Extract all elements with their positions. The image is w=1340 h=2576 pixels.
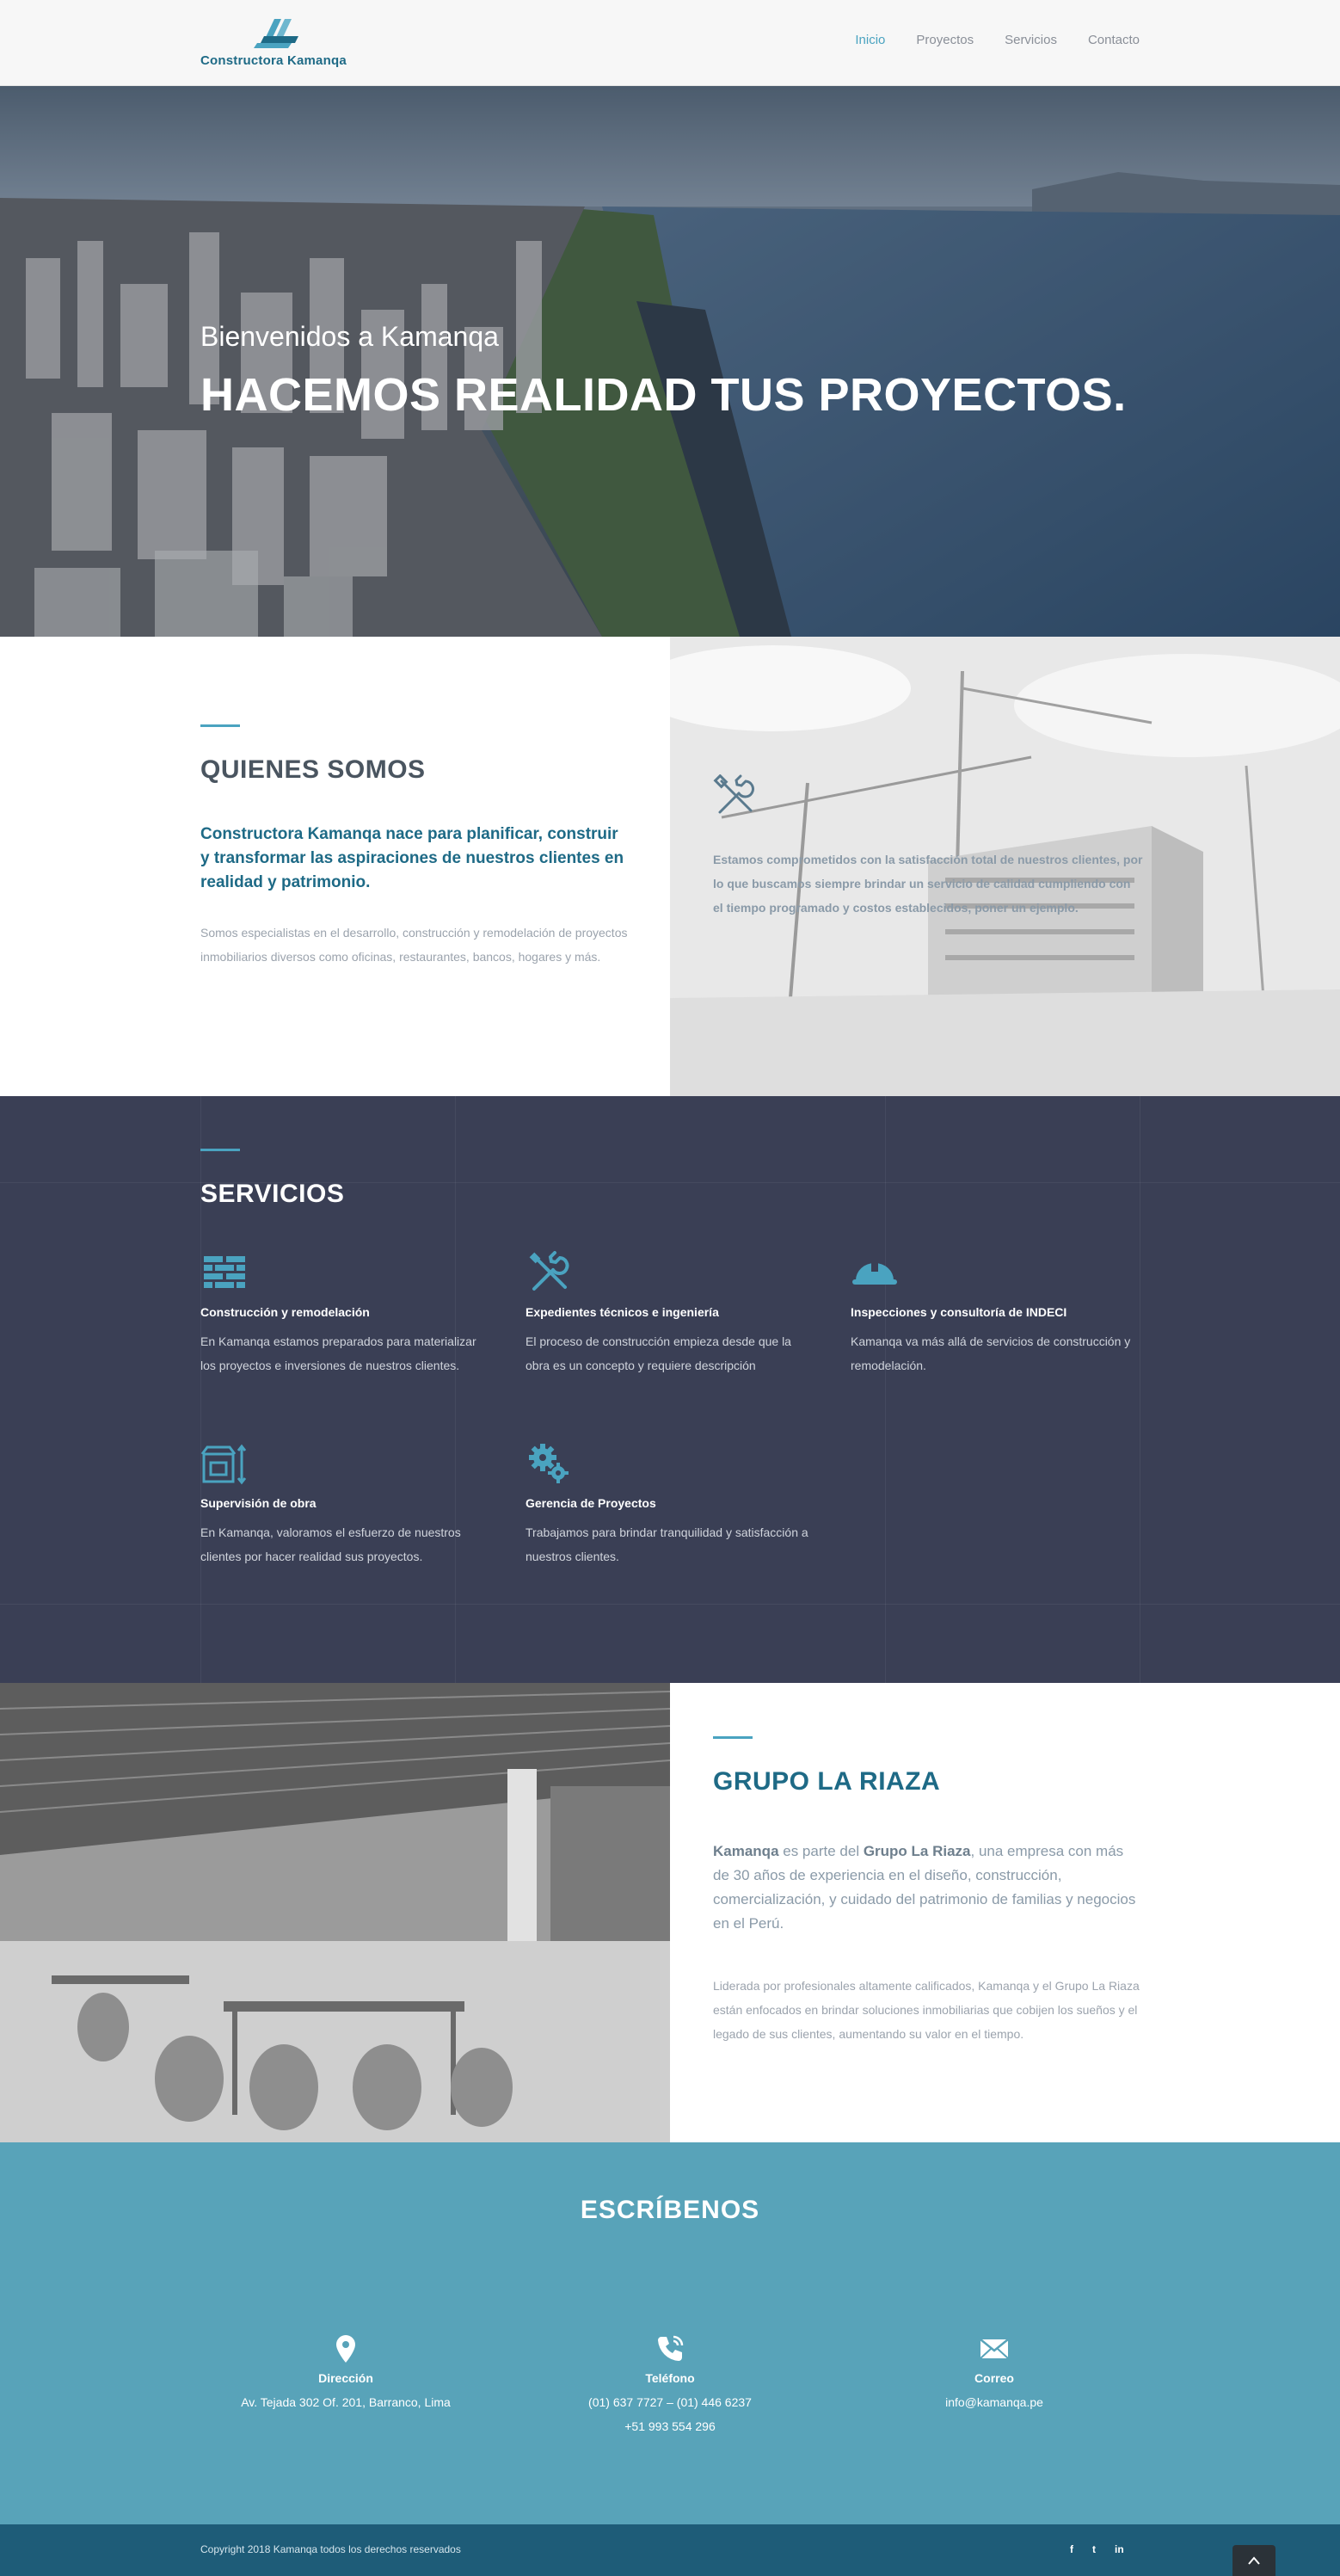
contact-phone-line[interactable]: (01) 637 7727 – (01) 446 6237: [541, 2390, 799, 2414]
services-section: SERVICIOS Construcción y remodelación En…: [0, 1096, 1340, 1683]
phone-icon: [658, 2335, 684, 2361]
nav-proyectos[interactable]: Proyectos: [916, 33, 974, 47]
service-item: Gerencia de Proyectos Trabajamos para br…: [526, 1442, 818, 1568]
grupo-body: Liderada por profesionales altamente cal…: [713, 1979, 1140, 2041]
hero-title: HACEMOS REALIDAD TUS PROYECTOS.: [200, 369, 1127, 421]
accent-line: [713, 1736, 753, 1739]
copyright-text: Copyright 2018 Kamanqa todos los derecho…: [200, 2543, 461, 2555]
service-item: Inspecciones y consultoría de INDECI Kam…: [851, 1251, 1143, 1377]
logo[interactable]: Constructora Kamanqa: [200, 17, 364, 71]
tools-icon: [713, 774, 754, 814]
hero-subtitle: Bienvenidos a Kamanqa: [200, 321, 499, 352]
restaurant-image-graphic: [0, 1683, 670, 2142]
contact-title: ESCRÍBENOS: [580, 2196, 760, 2224]
about-title: QUIENES SOMOS: [200, 755, 426, 784]
site-header: Constructora Kamanqa Inicio Proyectos Se…: [0, 0, 1340, 86]
contact-email-link[interactable]: info@kamanqa.pe: [865, 2390, 1123, 2414]
grupo-text-panel: GRUPO LA RIAZA Kamanqa es parte del Grup…: [670, 1683, 1340, 2142]
grupo-lead: Kamanqa es parte del Grupo La Riaza, una…: [713, 1840, 1143, 1936]
grupo-lead-riaza: Grupo La Riaza: [863, 1843, 971, 1859]
contact-label: Dirección: [318, 2371, 373, 2385]
grupo-lead-kamanqa: Kamanqa: [713, 1843, 779, 1859]
map-pin-icon: [336, 2335, 355, 2363]
building-supervision-icon: [200, 1444, 247, 1485]
about-body: Somos especialistas en el desarrollo, co…: [200, 926, 628, 964]
service-desc: El proceso de construcción empieza desde…: [526, 1334, 791, 1372]
linkedin-icon[interactable]: in: [1115, 2543, 1124, 2555]
about-image-panel: Estamos comprometidos con la satisfacció…: [670, 637, 1340, 1096]
social-links: f t in: [1070, 2543, 1124, 2555]
about-section: QUIENES SOMOS Constructora Kamanqa nace …: [0, 637, 1340, 1096]
logo-mark-icon: [254, 19, 298, 48]
contact-address: Dirección Av. Tejada 302 Of. 201, Barran…: [217, 2333, 475, 2414]
service-title: Gerencia de Proyectos: [526, 1496, 656, 1510]
contact-label: Correo: [974, 2371, 1014, 2385]
service-title: Supervisión de obra: [200, 1496, 317, 1510]
facebook-icon[interactable]: f: [1070, 2543, 1073, 2555]
about-text-panel: QUIENES SOMOS Constructora Kamanqa nace …: [0, 637, 670, 1096]
gears-icon: [529, 1444, 569, 1483]
nav-inicio[interactable]: Inicio: [855, 33, 885, 47]
envelope-icon: [980, 2339, 1009, 2359]
about-lead: Constructora Kamanqa nace para planifica…: [200, 825, 624, 891]
contact-phone: Teléfono (01) 637 7727 – (01) 446 6237 +…: [541, 2333, 799, 2438]
service-desc: En Kamanqa estamos preparados para mater…: [200, 1334, 476, 1372]
nav-contacto[interactable]: Contacto: [1088, 33, 1140, 47]
service-title: Construcción y remodelación: [200, 1305, 370, 1319]
hero-overlay: [0, 86, 1340, 637]
contact-label: Teléfono: [645, 2371, 695, 2385]
contact-phone-line[interactable]: +51 993 554 296: [541, 2414, 799, 2438]
contact-email: Correo info@kamanqa.pe: [865, 2333, 1123, 2414]
main-nav: Inicio Proyectos Servicios Contacto: [855, 33, 1140, 47]
helmet-icon: [852, 1261, 897, 1285]
site-footer: Copyright 2018 Kamanqa todos los derecho…: [0, 2524, 1340, 2576]
contact-value: (01) 637 7727 – (01) 446 6237 +51 993 55…: [541, 2390, 799, 2438]
accent-line: [200, 724, 240, 727]
twitter-icon[interactable]: t: [1092, 2543, 1096, 2555]
chevron-up-icon: [1248, 2556, 1260, 2565]
grupo-lead-text: es parte del: [778, 1843, 864, 1859]
scroll-to-top-button[interactable]: [1232, 2545, 1275, 2576]
services-title: SERVICIOS: [200, 1180, 345, 1208]
contact-value: Av. Tejada 302 Of. 201, Barranco, Lima: [241, 2395, 451, 2409]
service-item: Expedientes técnicos e ingeniería El pro…: [526, 1251, 818, 1377]
grupo-section: GRUPO LA RIAZA Kamanqa es parte del Grup…: [0, 1683, 1340, 2142]
grupo-title: GRUPO LA RIAZA: [713, 1767, 941, 1796]
about-commitment-text: Estamos comprometidos con la satisfacció…: [713, 853, 1143, 915]
service-desc: En Kamanqa, valoramos el esfuerzo de nue…: [200, 1525, 461, 1563]
service-title: Inspecciones y consultoría de INDECI: [851, 1305, 1067, 1319]
bricks-icon: [204, 1256, 245, 1288]
hero-banner: Bienvenidos a Kamanqa HACEMOS REALIDAD T…: [0, 86, 1340, 637]
restaurant-image: [0, 1683, 670, 2142]
contact-section: ESCRÍBENOS Dirección Av. Tejada 302 Of. …: [0, 2142, 1340, 2524]
logo-text: Constructora Kamanqa: [200, 53, 347, 68]
service-desc: Trabajamos para brindar tranquilidad y s…: [526, 1525, 808, 1563]
service-desc: Kamanqa va más allá de servicios de cons…: [851, 1334, 1131, 1372]
nav-servicios[interactable]: Servicios: [1005, 33, 1057, 47]
accent-line: [200, 1149, 240, 1151]
service-item: Supervisión de obra En Kamanqa, valoramo…: [200, 1442, 493, 1568]
service-title: Expedientes técnicos e ingeniería: [526, 1305, 719, 1319]
service-item: Construcción y remodelación En Kamanqa e…: [200, 1251, 493, 1377]
tools-icon: [529, 1251, 569, 1291]
